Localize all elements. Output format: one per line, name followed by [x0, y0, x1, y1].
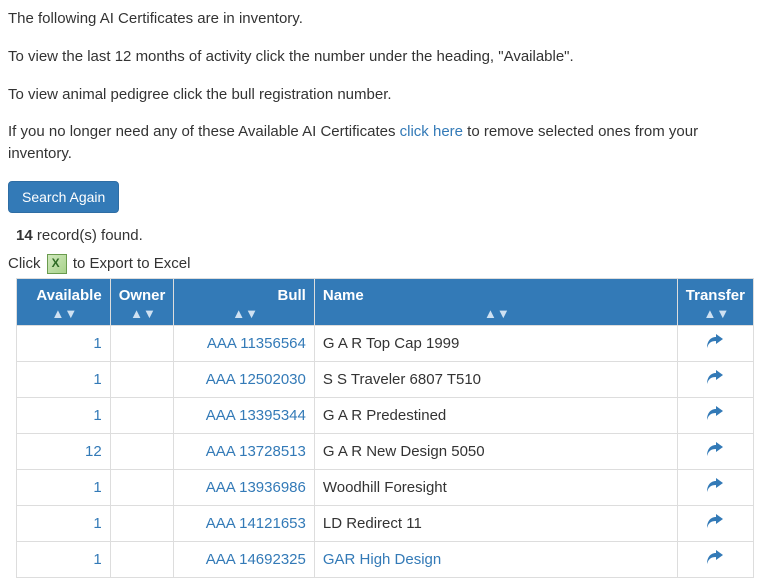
- bull-reg-link[interactable]: AAA 14121653: [206, 515, 306, 532]
- bull-name: GAR High Design: [314, 541, 677, 577]
- export-prefix: Click: [8, 255, 45, 272]
- table-row: 1 AAA 14121653 LD Redirect 11: [17, 505, 754, 541]
- bull-reg-link[interactable]: AAA 11356564: [207, 335, 306, 352]
- bull-name: G A R New Design 5050: [314, 433, 677, 469]
- search-again-button[interactable]: Search Again: [8, 181, 119, 213]
- records-count: 14: [16, 227, 33, 244]
- sort-desc-icon[interactable]: ▼: [496, 306, 509, 321]
- bull-name: G A R Predestined: [314, 397, 677, 433]
- owner-cell: [110, 433, 174, 469]
- sort-desc-icon[interactable]: ▼: [715, 306, 728, 321]
- export-excel-icon[interactable]: [47, 254, 67, 274]
- owner-cell: [110, 397, 174, 433]
- intro-line-2: To view the last 12 months of activity c…: [8, 46, 762, 68]
- col-available-label: Available: [25, 287, 102, 304]
- sort-asc-icon[interactable]: ▲: [50, 306, 63, 321]
- col-bull-label: Bull: [182, 287, 305, 304]
- available-link[interactable]: 1: [93, 371, 101, 388]
- col-transfer[interactable]: Transfer ▲▼: [677, 278, 753, 325]
- bull-reg-link[interactable]: AAA 14692325: [206, 551, 306, 568]
- transfer-icon[interactable]: [707, 335, 723, 352]
- export-suffix: to Export to Excel: [73, 255, 191, 272]
- sort-desc-icon[interactable]: ▼: [142, 306, 155, 321]
- intro-line-4-prefix: If you no longer need any of these Avail…: [8, 123, 400, 140]
- sort-asc-icon[interactable]: ▲: [703, 306, 716, 321]
- export-row: Click to Export to Excel: [8, 254, 762, 274]
- transfer-icon[interactable]: [707, 371, 723, 388]
- remove-certs-link[interactable]: click here: [400, 123, 463, 140]
- transfer-icon[interactable]: [707, 443, 723, 460]
- bull-name: LD Redirect 11: [314, 505, 677, 541]
- table-row: 1 AAA 14692325 GAR High Design: [17, 541, 754, 577]
- available-link[interactable]: 1: [93, 407, 101, 424]
- bull-reg-link[interactable]: AAA 13395344: [206, 407, 306, 424]
- bull-name: S S Traveler 6807 T510: [314, 361, 677, 397]
- col-transfer-label: Transfer: [686, 287, 745, 304]
- intro-line-1: The following AI Certificates are in inv…: [8, 8, 762, 30]
- sort-desc-icon[interactable]: ▼: [63, 306, 76, 321]
- transfer-icon[interactable]: [707, 407, 723, 424]
- col-name-label: Name: [323, 287, 669, 304]
- certificates-table: Available ▲▼ Owner ▲▼ Bull ▲▼ Name ▲▼ Tr…: [16, 278, 754, 578]
- table-row: 1 AAA 12502030 S S Traveler 6807 T510: [17, 361, 754, 397]
- intro-line-4: If you no longer need any of these Avail…: [8, 121, 762, 165]
- table-row: 12 AAA 13728513 G A R New Design 5050: [17, 433, 754, 469]
- available-link[interactable]: 1: [93, 551, 101, 568]
- table-row: 1 AAA 13395344 G A R Predestined: [17, 397, 754, 433]
- sort-asc-icon[interactable]: ▲: [129, 306, 142, 321]
- owner-cell: [110, 361, 174, 397]
- available-link[interactable]: 1: [93, 515, 101, 532]
- transfer-icon[interactable]: [707, 515, 723, 532]
- owner-cell: [110, 505, 174, 541]
- owner-cell: [110, 541, 174, 577]
- available-link[interactable]: 12: [85, 443, 102, 460]
- transfer-icon[interactable]: [707, 551, 723, 568]
- records-found: 14 record(s) found.: [16, 227, 762, 244]
- sort-asc-icon[interactable]: ▲: [483, 306, 496, 321]
- owner-cell: [110, 325, 174, 361]
- col-available[interactable]: Available ▲▼: [17, 278, 111, 325]
- table-row: 1 AAA 13936986 Woodhill Foresight: [17, 469, 754, 505]
- records-found-suffix: record(s) found.: [33, 227, 143, 244]
- col-bull[interactable]: Bull ▲▼: [174, 278, 314, 325]
- sort-desc-icon[interactable]: ▼: [244, 306, 257, 321]
- bull-reg-link[interactable]: AAA 13728513: [206, 443, 306, 460]
- col-name[interactable]: Name ▲▼: [314, 278, 677, 325]
- table-row: 1 AAA 11356564 G A R Top Cap 1999: [17, 325, 754, 361]
- bull-name: Woodhill Foresight: [314, 469, 677, 505]
- intro-line-3: To view animal pedigree click the bull r…: [8, 84, 762, 106]
- bull-name: G A R Top Cap 1999: [314, 325, 677, 361]
- available-link[interactable]: 1: [93, 479, 101, 496]
- owner-cell: [110, 469, 174, 505]
- transfer-icon[interactable]: [707, 479, 723, 496]
- sort-asc-icon[interactable]: ▲: [231, 306, 244, 321]
- bull-reg-link[interactable]: AAA 13936986: [206, 479, 306, 496]
- col-owner-label: Owner: [119, 287, 166, 304]
- bull-reg-link[interactable]: AAA 12502030: [206, 371, 306, 388]
- col-owner[interactable]: Owner ▲▼: [110, 278, 174, 325]
- available-link[interactable]: 1: [93, 335, 101, 352]
